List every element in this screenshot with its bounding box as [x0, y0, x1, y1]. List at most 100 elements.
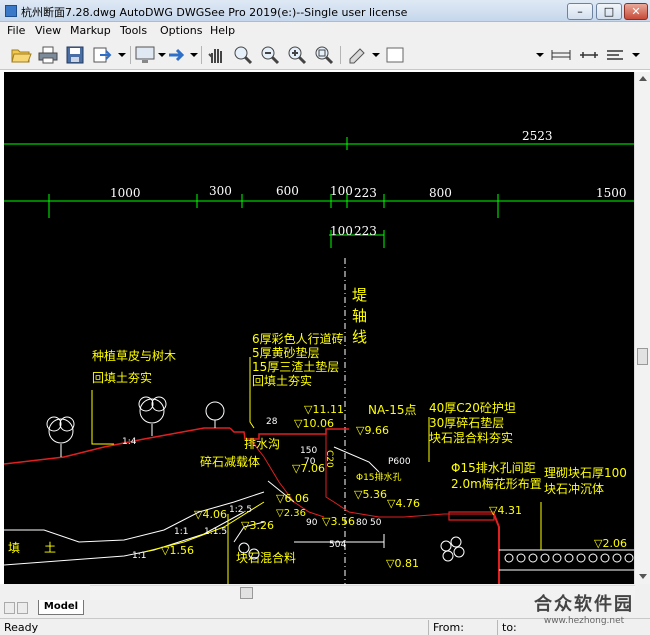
- elev-3-56: ▽3.56: [322, 515, 355, 528]
- note-planting-2: 回填土夯实: [92, 370, 152, 385]
- pan-hand-icon[interactable]: [206, 45, 228, 65]
- elev-3-26: ▽3.26: [241, 519, 274, 532]
- note-pavement-3: 15厚三渣土垫层: [252, 359, 339, 374]
- dim-1500: 1500: [596, 186, 627, 200]
- dim-50: 50: [370, 518, 382, 528]
- minimize-button[interactable]: –: [567, 3, 593, 20]
- app-icon: [5, 5, 17, 17]
- status-ready: Ready: [4, 621, 39, 634]
- dim-504: 504: [329, 540, 346, 550]
- menu-tools[interactable]: Tools: [120, 24, 147, 37]
- horizontal-scroll-thumb[interactable]: [240, 587, 253, 599]
- tab-nav-next-icon[interactable]: [17, 602, 28, 614]
- elev-2-36: ▽2.36: [276, 508, 306, 519]
- slope-1-4: 1:4: [122, 437, 137, 447]
- elev-11-11: ▽11.11: [304, 403, 344, 416]
- dim-600: 600: [276, 184, 299, 198]
- menu-view[interactable]: View: [35, 24, 61, 37]
- arrow-dropdown[interactable]: [190, 53, 198, 57]
- save-icon[interactable]: [64, 45, 86, 65]
- menu-bar: File View Markup Tools Options Help: [0, 22, 650, 40]
- status-divider: [497, 620, 498, 635]
- toolbar-separator: [340, 46, 341, 64]
- text-style-dropdown-arrow[interactable]: [632, 53, 640, 57]
- monitor-dropdown-arrow[interactable]: [158, 53, 166, 57]
- note-c20: C20: [324, 450, 334, 468]
- note-na-point: NA-15点: [368, 403, 417, 417]
- toolbar-separator: [130, 46, 131, 64]
- note-drain: Φ15排水孔: [356, 471, 402, 483]
- menu-options[interactable]: Options: [160, 24, 202, 37]
- measure-icon[interactable]: [578, 45, 600, 65]
- watermark: 合众软件园 www.hezhong.net: [520, 590, 648, 630]
- menu-markup[interactable]: Markup: [70, 24, 111, 37]
- vertical-scroll-thumb[interactable]: [637, 348, 648, 365]
- dim-28: 28: [266, 417, 278, 427]
- menu-help[interactable]: Help: [210, 24, 235, 37]
- elev-4-76: ▽4.76: [387, 497, 420, 510]
- note-p600: P600: [388, 457, 411, 467]
- dim-90: 90: [306, 518, 318, 528]
- markup-dropdown-arrow[interactable]: [372, 53, 380, 57]
- note-soil-left: 填: [8, 541, 20, 555]
- note-pavement-2: 5厚黄砂垫层: [252, 345, 320, 360]
- drawing-canvas[interactable]: 2523 1000 300 600 100 223 800 1500 100 2…: [4, 72, 634, 584]
- note-pavement-1: 6厚彩色人行道砖: [252, 331, 344, 346]
- note-pavement-4: 回填土夯实: [252, 373, 312, 388]
- restore-button[interactable]: □: [596, 3, 622, 20]
- note-gravel: 碎石减载体: [200, 454, 260, 469]
- close-button[interactable]: ✕: [624, 3, 648, 20]
- menu-file[interactable]: File: [7, 24, 25, 37]
- markup-icon[interactable]: [346, 45, 368, 65]
- elev-6-06: ▽6.06: [276, 492, 309, 505]
- watermark-name: 合众软件园: [534, 594, 634, 615]
- dim-150: 150: [300, 446, 317, 456]
- scroll-up-icon[interactable]: [639, 76, 647, 81]
- slope-1-1-b: 1:1: [132, 551, 146, 561]
- status-from-label: From:: [433, 621, 464, 634]
- tab-model[interactable]: Model: [38, 600, 84, 615]
- slope-1-1-5: 1:1.5: [204, 527, 227, 537]
- zoom-in-icon[interactable]: [286, 45, 308, 65]
- dim-223: 223: [354, 186, 377, 200]
- monitor-icon[interactable]: [134, 45, 156, 65]
- note-planting-1: 种植草皮与树木: [92, 348, 176, 363]
- elev-0-81: ▽0.81: [386, 557, 419, 570]
- zoom-window-icon[interactable]: [232, 45, 254, 65]
- tab-nav-prev-icon[interactable]: [4, 602, 15, 614]
- window-icon[interactable]: [384, 45, 406, 65]
- dim-800: 800: [429, 186, 452, 200]
- open-icon[interactable]: [10, 45, 32, 65]
- note-concrete-2: 30厚碎石垫层: [429, 415, 504, 430]
- title-bar: 杭州断面7.28.dwg AutoDWG DWGSee Pro 2019(e:)…: [0, 0, 650, 22]
- dim-70: 70: [304, 457, 316, 467]
- export-dropdown-arrow[interactable]: [118, 53, 126, 57]
- note-drain-hole-2: 2.0m梅花形布置: [451, 476, 542, 491]
- slope-1-2-5: 1:2.5: [229, 505, 252, 515]
- note-drain-ditch: 排水沟: [244, 437, 280, 451]
- arrow-right-icon[interactable]: [166, 45, 188, 65]
- elev-1-56: ▽1.56: [161, 544, 194, 557]
- zoom-extents-icon[interactable]: [313, 45, 335, 65]
- slope-1-1: 1:1: [174, 527, 188, 537]
- vertical-scrollbar[interactable]: [634, 72, 650, 584]
- elev-10-06: ▽10.06: [294, 417, 334, 430]
- note-soil-right: 土: [44, 541, 56, 555]
- dim-80: 80: [356, 518, 368, 528]
- elev-9-66: ▽9.66: [356, 424, 389, 437]
- zoom-out-icon[interactable]: [259, 45, 281, 65]
- toolbar-separator: [201, 46, 202, 64]
- text-style-icon[interactable]: [604, 45, 626, 65]
- print-icon[interactable]: [37, 45, 59, 65]
- export-icon[interactable]: [91, 45, 113, 65]
- dimension-icon[interactable]: [550, 45, 572, 65]
- status-to-label: to:: [502, 621, 517, 634]
- layer-dropdown-arrow[interactable]: [536, 53, 544, 57]
- watermark-url: www.hezhong.net: [543, 616, 625, 626]
- elev-5-36: ▽5.36: [354, 488, 387, 501]
- toolbar: 0: [0, 40, 650, 105]
- dim-1000: 1000: [110, 186, 141, 200]
- scroll-down-icon[interactable]: [639, 574, 647, 579]
- elev-4-31: ▽4.31: [489, 504, 522, 517]
- note-concrete-1: 40厚C20砼护坦: [429, 401, 516, 415]
